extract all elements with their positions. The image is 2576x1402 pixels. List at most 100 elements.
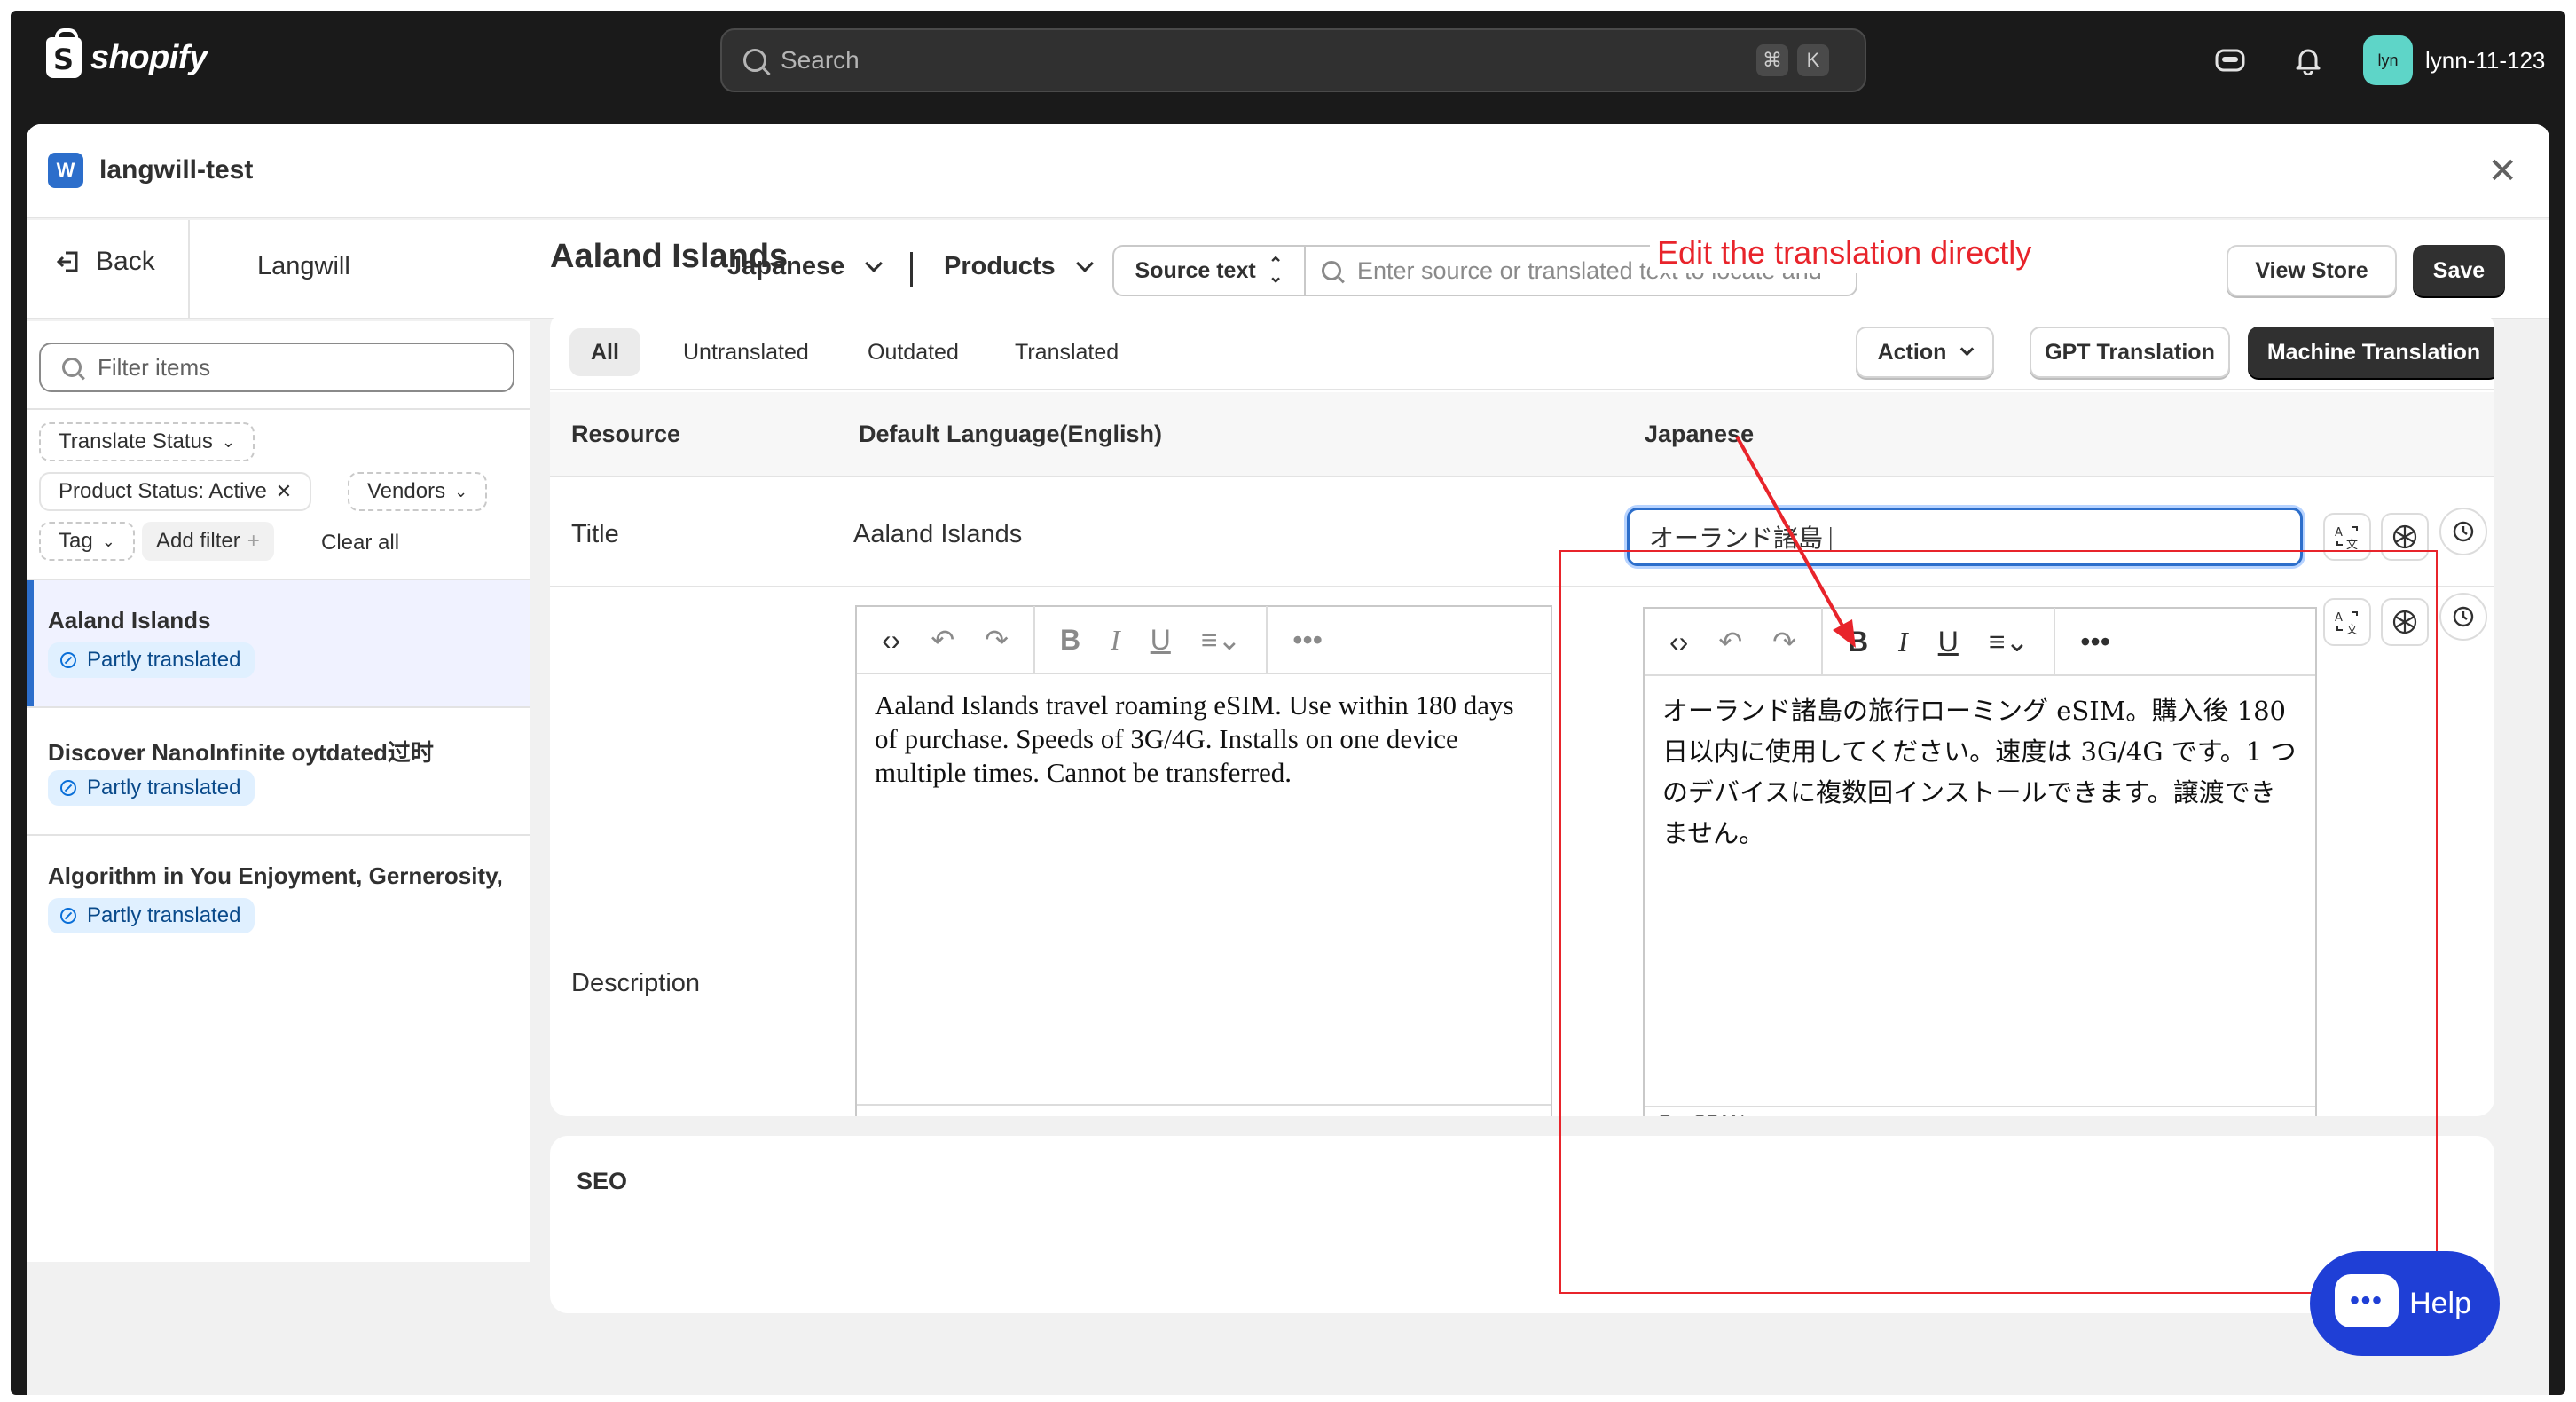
machine-translation-button[interactable]: Machine Translation <box>2248 327 2494 378</box>
plus-icon: + <box>247 529 260 553</box>
underline-icon[interactable]: U <box>1151 624 1171 657</box>
app-logo: W <box>48 153 83 188</box>
divider <box>188 220 190 319</box>
chevron-down-icon <box>865 254 884 272</box>
seo-label: SEO <box>577 1168 628 1194</box>
more-icon[interactable]: ••• <box>1292 624 1323 657</box>
window-header: W langwill-test ✕ <box>27 124 2549 218</box>
help-label: Help <box>2409 1286 2471 1320</box>
remove-icon[interactable]: ✕ <box>276 480 292 503</box>
source-select-label: Source text <box>1135 257 1256 283</box>
bell-icon[interactable] <box>2290 43 2326 78</box>
back-button[interactable]: Back <box>57 247 155 277</box>
list-item[interactable]: Algorithm in You Enjoyment, Gernerosity,… <box>27 836 530 962</box>
back-icon <box>57 251 78 272</box>
undo-icon[interactable]: ↶ <box>931 623 954 657</box>
list-item[interactable]: Aaland Islands Partly translated <box>27 580 530 706</box>
chevron-down-icon: ⌄ <box>101 532 115 550</box>
bold-icon[interactable]: B <box>1060 624 1080 657</box>
tabs-bar: All Untranslated Outdated Translated Act… <box>550 311 2494 390</box>
italic-icon[interactable]: I <box>1111 624 1120 657</box>
save-button[interactable]: Save <box>2413 245 2505 296</box>
history-icon[interactable] <box>2439 593 2487 641</box>
col-resource: Resource <box>571 421 681 447</box>
annotation-label: Edit the translation directly <box>1650 232 2039 273</box>
add-filter-button[interactable]: Add filter + <box>142 522 274 561</box>
source-description: Aaland Islands travel roaming eSIM. Use … <box>875 689 1514 788</box>
translate-status-filter[interactable]: Translate Status ⌄ <box>39 422 255 461</box>
tab-outdated[interactable]: Outdated <box>846 328 980 376</box>
history-icon[interactable] <box>2439 508 2487 555</box>
chevron-down-icon: ⌄ <box>221 432 235 451</box>
chip-label: Translate Status <box>59 429 213 453</box>
list-item[interactable]: Discover NanoInfinite oytdated过时 Partly … <box>27 708 530 834</box>
back-label: Back <box>96 247 155 276</box>
filter-items-input[interactable]: Filter items <box>39 343 514 392</box>
code-icon[interactable]: ‹› <box>882 624 900 657</box>
col-default-language: Default Language(English) <box>859 421 1163 447</box>
chip-label: Tag <box>59 529 93 553</box>
title-translation-value: オーランド諸島 <box>1649 524 1824 553</box>
align-icon[interactable]: ≡⌄ <box>1201 623 1241 657</box>
divider <box>27 408 530 410</box>
badge-label: Partly translated <box>87 776 241 799</box>
resource-value: Products <box>944 252 1056 280</box>
svg-text:文: 文 <box>2346 539 2358 550</box>
chip-label: Product Status: Active <box>59 479 267 503</box>
tab-untranslated[interactable]: Untranslated <box>662 328 830 376</box>
vendors-filter[interactable]: Vendors ⌄ <box>348 472 488 511</box>
badge-label: Partly translated <box>87 903 241 927</box>
shopify-logo[interactable]: S shopify <box>46 28 208 78</box>
tab-translated[interactable]: Translated <box>993 328 1140 376</box>
badge-label: Partly translated <box>87 648 241 672</box>
table-header: Resource Default Language(English) Japan… <box>550 392 2494 477</box>
product-status-filter[interactable]: Product Status: Active ✕ <box>39 472 312 511</box>
gpt-translation-button[interactable]: GPT Translation <box>2030 327 2230 378</box>
item-name: Algorithm in You Enjoyment, Gernerosity, <box>48 862 503 889</box>
editor-group: B I U ≡⌄ <box>1035 606 1268 673</box>
source-editor: ‹› ↶ ↷ B I U ≡⌄ ••• Aaland Islands travel roa… <box>855 605 1552 1116</box>
sidekick-icon[interactable] <box>2212 43 2248 78</box>
resource-select[interactable]: Products <box>944 252 1094 281</box>
filter-placeholder: Filter items <box>98 353 211 381</box>
user-menu[interactable]: lyn lynn-11-123 <box>2363 35 2545 85</box>
chevron-down-icon: ⌄ <box>454 482 468 500</box>
app-toolbar: Back Langwill Japanese Products Source t… <box>27 220 2549 319</box>
editor-group: ••• <box>1268 606 1347 673</box>
col-target-language: Japanese <box>1645 421 1755 447</box>
help-button[interactable]: ••• Help <box>2310 1251 2500 1356</box>
chip-label: Vendors <box>367 479 446 503</box>
cmd-key: ⌘ <box>1756 44 1788 76</box>
close-icon[interactable]: ✕ <box>2487 151 2517 192</box>
divider <box>910 252 913 287</box>
app-name: Langwill <box>257 252 350 280</box>
k-key: K <box>1797 44 1829 76</box>
chevron-down-icon <box>1075 254 1094 272</box>
view-store-button[interactable]: View Store <box>2227 245 2397 296</box>
clear-all-link[interactable]: Clear all <box>321 531 399 555</box>
editor-toolbar: ‹› ↶ ↷ B I U ≡⌄ ••• <box>857 606 1551 674</box>
description-row-label: Description <box>571 969 701 997</box>
search-placeholder: Search <box>781 46 860 74</box>
action-menu-button[interactable]: Action <box>1856 327 1994 378</box>
avatar: lyn <box>2363 35 2413 85</box>
status-badge: Partly translated <box>48 642 255 678</box>
tab-all[interactable]: All <box>569 328 640 376</box>
item-name: Discover NanoInfinite oytdated过时 <box>48 739 434 766</box>
page-title: Aaland Islands <box>550 238 789 275</box>
svg-text:A: A <box>2335 526 2343 540</box>
partial-icon <box>60 652 76 668</box>
chat-icon: ••• <box>2335 1274 2399 1327</box>
status-badge: Partly translated <box>48 770 255 806</box>
redo-icon[interactable]: ↷ <box>985 623 1009 657</box>
source-text-select[interactable]: Source text ⌃ ⌄ <box>1114 247 1306 295</box>
tag-filter[interactable]: Tag ⌄ <box>39 522 135 561</box>
action-label: Action <box>1877 339 1947 365</box>
title-row-label: Title <box>571 520 619 548</box>
partial-icon <box>60 908 76 924</box>
editor-statusbar <box>857 1104 1551 1116</box>
chevron-down-icon <box>1960 342 1975 356</box>
search-icon <box>743 49 766 72</box>
global-search[interactable]: Search ⌘ K <box>720 28 1866 92</box>
annotation-highlight-box <box>1559 550 2438 1294</box>
